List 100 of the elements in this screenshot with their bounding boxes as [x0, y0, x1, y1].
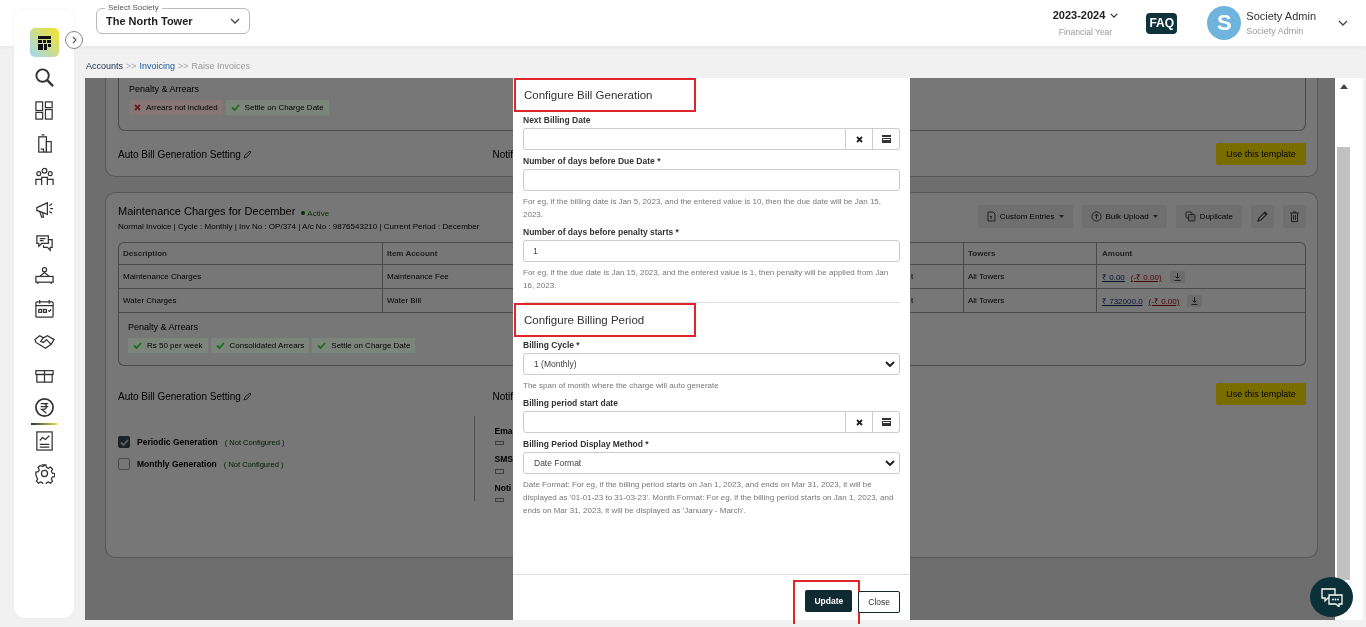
tag-label: Consolidated Arrears [229, 341, 305, 350]
update-button[interactable]: Update [805, 589, 853, 612]
action-button[interactable]: Bulk Upload [1081, 205, 1167, 228]
chat-icon [1320, 587, 1343, 607]
action-button[interactable]: Custom Entries [977, 205, 1073, 228]
close-icon [855, 135, 863, 143]
check-icon [119, 438, 129, 446]
faq-button[interactable]: FAQ [1146, 12, 1178, 34]
download-icon [1173, 272, 1181, 281]
use-template-button[interactable]: Use this template [1216, 383, 1306, 405]
breadcrumb-link[interactable]: Invoicing [139, 61, 176, 71]
breadcrumb-separator: >> [178, 61, 189, 71]
select-value: 1 (Monthly) [534, 359, 577, 369]
tag-label: Settle on Charge Date [331, 341, 411, 350]
select-field[interactable]: 1 (Monthly) [523, 353, 900, 375]
table-cell: Water Charges [119, 289, 383, 312]
table-cell: All Towers [964, 289, 1097, 312]
select-field[interactable]: Date Format [523, 452, 900, 474]
download-button[interactable] [1169, 270, 1185, 283]
financial-year-select[interactable]: 2023-2024 [1052, 9, 1106, 21]
copy-icon [1184, 211, 1196, 222]
action-button[interactable]: Duplicate [1175, 205, 1242, 228]
rupee-icon [33, 397, 55, 418]
checkbox[interactable] [118, 458, 130, 470]
clear-button[interactable] [846, 128, 873, 150]
table-cell: Maintenance Charges [119, 265, 383, 288]
checkbox[interactable] [494, 497, 504, 502]
adjustment-link[interactable]: (-₹ 0.00) [1130, 271, 1162, 282]
date-field[interactable] [523, 411, 846, 433]
adjustment-link[interactable]: (-₹ 0.00) [1148, 295, 1180, 306]
check-icon [133, 342, 142, 349]
select-value: Date Format [534, 458, 582, 468]
select-label: Select Society [105, 3, 162, 12]
settings-icon [33, 463, 55, 484]
column-header: Item Account [386, 248, 439, 260]
calendar-button[interactable] [873, 411, 900, 433]
calendar-button[interactable] [873, 128, 900, 150]
download-icon [1191, 296, 1199, 305]
section-title: Configure Billing Period [514, 303, 696, 337]
user-name: Society Admin [1246, 10, 1316, 22]
table-cell: t [910, 265, 964, 288]
breadcrumb-link[interactable]: Accounts [86, 61, 124, 71]
megaphone-icon [33, 199, 55, 220]
column-header: Towers [964, 243, 1097, 264]
scroll-up-icon[interactable] [1340, 84, 1348, 89]
input-field[interactable] [523, 169, 900, 191]
search-icon [33, 67, 55, 88]
dashboard-icon [33, 100, 55, 121]
caret-icon [1152, 215, 1158, 218]
help-text: Date Format: For eg, if the billing period starts on Jan 1, 2023, and ends on Mar 31, 2023, it will be displayed as '01-01-23 to 31-03-23'. Month Format: For eg, if the billing period starts on Jan 1, 2023, and ends on Mar 31, 2023, it will be displayed as 'January - March'. [523, 479, 895, 517]
close-icon [855, 418, 863, 426]
tag-label: Arrears not included [146, 103, 218, 112]
desk-icon [33, 265, 55, 286]
chevron-down-icon[interactable] [1338, 20, 1348, 26]
field-label: Next Billing Date [523, 115, 592, 125]
chevron-down-icon [885, 460, 895, 466]
table-cell: All Towers [964, 265, 1097, 288]
table-cell: t [910, 289, 964, 312]
chevron-down-icon [885, 361, 895, 367]
cross-icon [134, 104, 141, 111]
upload-icon [1090, 211, 1102, 222]
table-cell-text: Water Bill [386, 295, 422, 307]
chevron-down-icon [230, 18, 240, 24]
pencil-icon[interactable] [242, 149, 252, 159]
amount-link[interactable]: ₹ 732000.0 [1102, 295, 1143, 306]
field-label: Billing period start date [523, 398, 619, 408]
breadcrumb-separator: >> [126, 61, 137, 71]
checkbox[interactable] [494, 469, 504, 474]
chat-icon [33, 232, 55, 253]
amount-link[interactable]: ₹ 0.00 [1102, 271, 1125, 282]
close-button[interactable]: Close [858, 590, 900, 613]
checkbox[interactable] [118, 436, 130, 448]
notify-group-title: Noti [494, 482, 513, 493]
column-header: Description [119, 243, 383, 264]
select-value: The North Tower [106, 15, 194, 27]
document-icon [986, 211, 996, 222]
field-label: Number of days before Due Date * [523, 156, 662, 166]
logo-icon [29, 28, 59, 57]
table-cell-text: Maintenance Fee [386, 271, 450, 283]
notify-label: Notif [492, 148, 513, 160]
checkbox[interactable] [494, 441, 504, 446]
trash-icon [1290, 211, 1299, 222]
invoice-meta: Normal Invoice | Cycle : Monthly | Inv No : OP/374 | A/c No : 9876543210 | Current Period : December [118, 221, 481, 231]
clear-button[interactable] [846, 411, 873, 433]
notify-group-title: SMS [494, 454, 513, 465]
penalty-title: Penalty & Arrears [129, 84, 201, 94]
input-field[interactable]: 1 [523, 240, 900, 262]
download-button[interactable] [1187, 294, 1203, 307]
help-text: The span of month where the charge will auto generate [523, 380, 720, 392]
calendar-icon [33, 298, 55, 319]
report-icon [33, 430, 55, 451]
check-icon [230, 104, 240, 111]
penalty-title: Penalty & Arrears [128, 322, 200, 332]
edit-button[interactable] [1251, 205, 1274, 228]
scrollbar-thumb[interactable] [1337, 147, 1350, 580]
delete-button[interactable] [1283, 205, 1306, 228]
pencil-icon[interactable] [242, 391, 252, 401]
use-template-button[interactable]: Use this template [1216, 143, 1306, 165]
date-field[interactable] [523, 128, 846, 150]
calendar-icon [881, 418, 891, 426]
